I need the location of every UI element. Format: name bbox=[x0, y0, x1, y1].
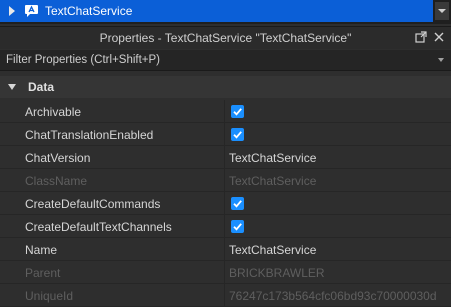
property-checkbox[interactable] bbox=[231, 128, 244, 141]
window-title: Properties - TextChatService "TextChatSe… bbox=[99, 31, 352, 45]
explorer-panel: TextChatService bbox=[0, 0, 451, 24]
property-name: Archivable bbox=[25, 105, 82, 119]
property-name: ChatTranslationEnabled bbox=[25, 128, 154, 142]
property-checkbox[interactable] bbox=[231, 220, 244, 233]
column-divider[interactable] bbox=[224, 146, 225, 169]
checkmark-icon bbox=[233, 108, 242, 116]
explorer-item-textchatservice[interactable]: TextChatService bbox=[0, 0, 433, 22]
property-row-name[interactable]: Name TextChatService bbox=[0, 238, 451, 261]
column-divider[interactable] bbox=[224, 100, 225, 123]
property-name: UniqueId bbox=[25, 289, 74, 303]
property-name: Parent bbox=[25, 266, 61, 280]
property-row-createdefaulttextchannels[interactable]: CreateDefaultTextChannels bbox=[0, 215, 451, 238]
column-divider[interactable] bbox=[224, 284, 225, 307]
property-value: 76247c173b564cfc06bd93c70000030d bbox=[229, 289, 437, 303]
property-checkbox[interactable] bbox=[231, 105, 244, 118]
filter-properties-input[interactable] bbox=[6, 54, 426, 66]
properties-titlebar: Properties - TextChatService "TextChatSe… bbox=[0, 26, 451, 49]
property-checkbox[interactable] bbox=[231, 197, 244, 210]
property-value: BRICKBRAWLER bbox=[229, 266, 325, 280]
filter-dropdown-icon[interactable] bbox=[438, 58, 444, 62]
property-name: CreateDefaultCommands bbox=[25, 197, 161, 211]
property-name: ClassName bbox=[25, 174, 88, 188]
chevron-down-icon bbox=[438, 9, 446, 13]
checkmark-icon bbox=[233, 200, 242, 208]
property-name: ChatVersion bbox=[25, 151, 91, 165]
explorer-dropdown-button[interactable] bbox=[435, 2, 449, 20]
category-header-data[interactable]: Data bbox=[0, 76, 451, 98]
column-divider[interactable] bbox=[224, 123, 225, 146]
text-chat-service-icon bbox=[24, 4, 39, 18]
expand-arrow-icon[interactable] bbox=[9, 6, 15, 16]
property-row-chattranslationenabled[interactable]: ChatTranslationEnabled bbox=[0, 123, 451, 146]
explorer-item-label: TextChatService bbox=[45, 4, 133, 18]
property-row-classname: ClassName TextChatService bbox=[0, 169, 451, 192]
column-divider[interactable] bbox=[224, 192, 225, 215]
property-value: TextChatService bbox=[229, 174, 317, 188]
property-value[interactable]: TextChatService bbox=[229, 151, 316, 165]
checkmark-icon bbox=[233, 131, 242, 139]
property-row-createdefaultcommands[interactable]: CreateDefaultCommands bbox=[0, 192, 451, 215]
checkmark-icon bbox=[233, 223, 242, 231]
category-label: Data bbox=[28, 80, 55, 94]
undock-icon[interactable] bbox=[414, 31, 428, 45]
property-value[interactable]: TextChatService bbox=[229, 243, 316, 257]
column-divider[interactable] bbox=[224, 215, 225, 238]
collapse-arrow-icon[interactable] bbox=[8, 84, 16, 90]
properties-list: Archivable ChatTranslationEnabled ChatVers… bbox=[0, 100, 451, 307]
filter-bar bbox=[0, 50, 451, 71]
property-row-uniqueid: UniqueId 76247c173b564cfc06bd93c70000030d bbox=[0, 284, 451, 307]
property-name: CreateDefaultTextChannels bbox=[25, 220, 172, 234]
column-divider[interactable] bbox=[224, 169, 225, 192]
property-row-chatversion[interactable]: ChatVersion TextChatService bbox=[0, 146, 451, 169]
column-divider[interactable] bbox=[224, 238, 225, 261]
property-row-parent: Parent BRICKBRAWLER bbox=[0, 261, 451, 284]
close-icon[interactable] bbox=[432, 31, 446, 45]
property-row-archivable[interactable]: Archivable bbox=[0, 100, 451, 123]
column-divider[interactable] bbox=[224, 261, 225, 284]
property-name: Name bbox=[25, 243, 58, 257]
